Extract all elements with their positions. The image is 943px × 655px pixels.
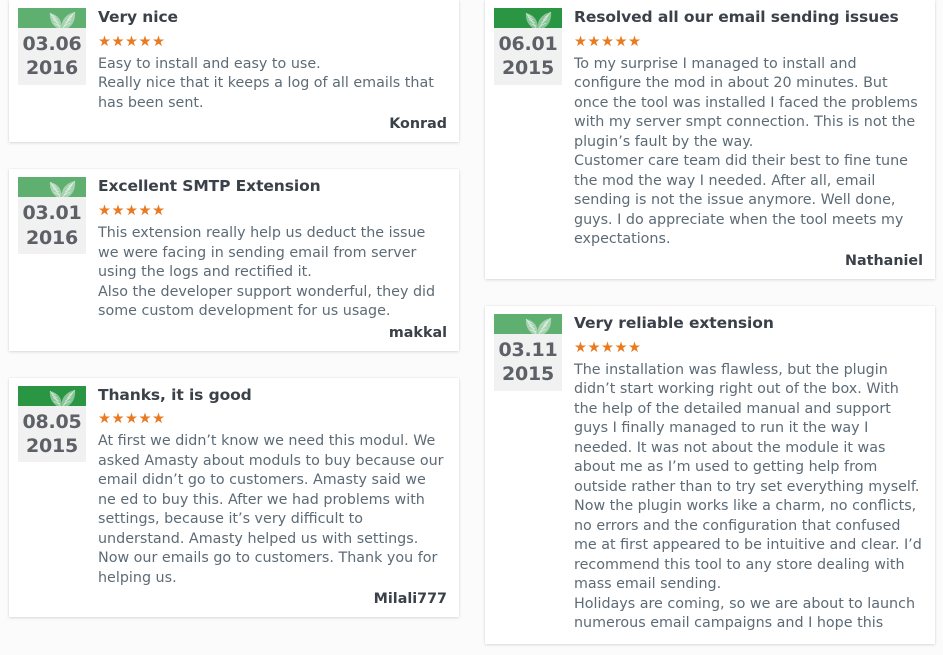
review-title: Thanks, it is good bbox=[98, 385, 252, 404]
review-date-year: 2015 bbox=[501, 363, 555, 386]
review-body-text: To my surprise I managed to install and … bbox=[574, 55, 918, 248]
review-date-year: 2016 bbox=[25, 57, 79, 80]
review-meta: 03.11 2015 bbox=[494, 313, 562, 391]
review-date-day: 03.11 bbox=[498, 338, 558, 361]
review-body-text: At first we didn’t know we need this mod… bbox=[98, 433, 444, 586]
leaf-icon bbox=[494, 313, 562, 334]
review-title: Resolved all our email sending issues bbox=[574, 8, 899, 26]
reviews-column-left: 03.06 2016 Very nice ★★★★★ Easy to insta… bbox=[9, 0, 459, 644]
reviews-column-right: 06.01 2015 Resolved all our email sendin… bbox=[485, 0, 935, 644]
review-date-year: 2015 bbox=[25, 434, 79, 457]
leaf-icon bbox=[18, 8, 86, 28]
leaf-icon bbox=[18, 177, 86, 198]
review-date-day: 03.01 bbox=[22, 202, 82, 225]
review-author: makkal bbox=[388, 324, 447, 341]
review-rating-stars: ★★★★★ bbox=[574, 33, 642, 50]
review-author: Konrad bbox=[389, 116, 447, 133]
leaf-icon bbox=[494, 8, 562, 28]
review-content: Excellent SMTP Extension ★★★★★ This exte… bbox=[86, 177, 447, 340]
review-card-review-resolved-all-our-email-sending-issues[interactable]: 06.01 2015 Resolved all our email sendin… bbox=[485, 0, 935, 279]
review-body-text: The installation was flawless, but the p… bbox=[574, 361, 922, 632]
review-content: Resolved all our email sending issues ★★… bbox=[562, 8, 923, 269]
review-rating-stars: ★★★★★ bbox=[98, 411, 166, 428]
review-card-review-thanks-it-is-good[interactable]: 08.05 2015 Thanks, it is good ★★★★★ At f… bbox=[9, 377, 459, 618]
customer-reviews-list: 03.06 2016 Very nice ★★★★★ Easy to insta… bbox=[0, 0, 943, 655]
review-rating-stars: ★★★★★ bbox=[98, 33, 166, 50]
review-author: Milali777 bbox=[373, 591, 447, 608]
review-content: Very reliable extension ★★★★★ The instal… bbox=[562, 314, 923, 634]
review-date-day: 08.05 bbox=[22, 410, 82, 433]
review-meta: 08.05 2015 bbox=[18, 385, 86, 463]
review-meta: 03.01 2016 bbox=[18, 177, 86, 254]
review-title: Very reliable extension bbox=[574, 313, 774, 332]
review-rating-stars: ★★★★★ bbox=[98, 203, 166, 220]
review-card-review-very-reliable-extension[interactable]: 03.11 2015 Very reliable extension ★★★★★… bbox=[485, 305, 935, 644]
leaf-icon bbox=[18, 385, 86, 406]
review-body-text: This extension really help us deduct the… bbox=[98, 225, 436, 319]
review-title: Excellent SMTP Extension bbox=[98, 177, 321, 196]
review-content: Thanks, it is good ★★★★★ At first we did… bbox=[86, 386, 447, 608]
review-author: Nathaniel bbox=[845, 252, 923, 269]
review-date-year: 2016 bbox=[25, 226, 79, 249]
review-title: Very nice bbox=[98, 8, 178, 26]
review-body-text: Easy to install and easy to use. Really … bbox=[98, 55, 434, 111]
review-card-review-excellent-smtp-extension[interactable]: 03.01 2016 Excellent SMTP Extension ★★★★… bbox=[9, 169, 459, 351]
review-meta: 06.01 2015 bbox=[494, 8, 562, 85]
review-date-day: 03.06 bbox=[22, 33, 82, 55]
review-content: Very nice ★★★★★ Easy to install and easy… bbox=[86, 8, 447, 132]
review-date-day: 06.01 bbox=[498, 33, 558, 55]
review-date-year: 2015 bbox=[501, 57, 555, 80]
review-card-review-very-nice[interactable]: 03.06 2016 Very nice ★★★★★ Easy to insta… bbox=[9, 0, 459, 143]
review-meta: 03.06 2016 bbox=[18, 8, 86, 85]
review-rating-stars: ★★★★★ bbox=[574, 339, 642, 356]
